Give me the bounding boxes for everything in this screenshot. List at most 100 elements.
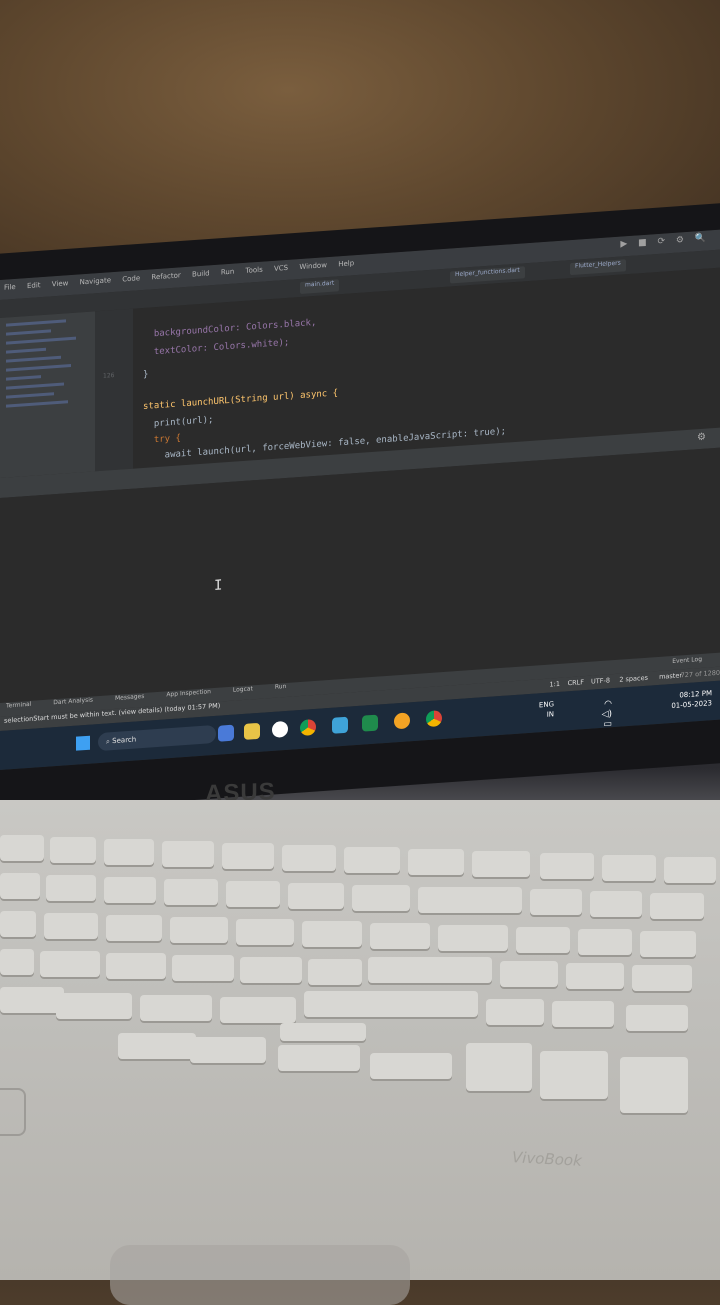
key[interactable] [0,873,40,899]
key[interactable] [162,841,214,867]
tab-helper-functions[interactable]: Helper_functions.dart [450,266,525,284]
key[interactable] [0,911,36,937]
menu-item[interactable]: Refactor [151,271,180,281]
key[interactable] [344,847,400,873]
key[interactable] [0,835,44,861]
key[interactable] [222,843,274,869]
menu-item[interactable]: Help [338,259,354,268]
status-line-ending[interactable]: CRLF [568,678,584,687]
lang-indicator[interactable]: ENG IN [539,699,554,720]
tab-flutter-helpers[interactable]: Flutter_Helpers [570,259,626,276]
menu-item[interactable]: Navigate [80,276,111,286]
tool-messages[interactable]: Messages [115,693,144,702]
key[interactable] [0,987,64,1013]
key[interactable] [304,991,478,1017]
event-log-button[interactable]: Event Log [672,656,702,665]
key[interactable] [140,995,212,1021]
arrow-up-key[interactable] [280,1023,366,1041]
tab-main[interactable]: main.dart [300,279,340,295]
key[interactable] [500,961,558,987]
key[interactable] [282,845,336,871]
file-explorer-icon[interactable] [244,722,260,740]
key[interactable] [226,881,280,907]
key[interactable] [540,853,594,879]
key[interactable] [46,875,96,901]
key[interactable] [50,837,96,863]
key[interactable] [632,965,692,991]
status-encoding[interactable]: UTF-8 [591,676,610,685]
key[interactable] [626,1005,688,1031]
browser-icon[interactable] [394,712,410,730]
tool-terminal[interactable]: Terminal [6,701,31,710]
key[interactable] [308,959,362,985]
key[interactable] [56,993,132,1019]
key[interactable] [650,893,704,919]
key[interactable] [620,1057,688,1113]
menu-item[interactable]: View [52,279,69,288]
key[interactable] [104,877,156,903]
key[interactable] [602,855,656,881]
key[interactable] [466,1043,532,1091]
touchpad[interactable] [0,1088,26,1136]
tool-run[interactable]: Run [275,683,287,691]
arrow-right-key[interactable] [370,1053,452,1079]
menu-item[interactable]: Edit [27,281,41,290]
key[interactable] [370,923,430,949]
key[interactable] [220,997,296,1023]
keyboard[interactable] [0,815,720,1135]
key[interactable] [472,851,530,877]
project-panel[interactable] [0,311,95,478]
key[interactable] [40,951,100,977]
key[interactable] [552,1001,614,1027]
key[interactable] [170,917,228,943]
menu-item[interactable]: Code [122,274,140,283]
key[interactable] [240,957,302,983]
toolbar-icons[interactable]: ▶ ■ ⟳ ⚙ 🔍 [620,233,710,249]
key[interactable] [288,883,344,909]
key[interactable] [118,1033,196,1059]
key[interactable] [106,953,166,979]
key[interactable] [368,957,492,983]
key[interactable] [104,839,154,865]
menu-item[interactable]: Window [299,261,327,271]
key[interactable] [540,1051,608,1099]
system-tray[interactable]: ENG IN ◠ ◁) ▭ 08:12 PM 01-05-2023 [539,688,712,730]
wifi-volume-battery-icons[interactable]: ◠ ◁) ▭ [602,699,612,730]
key[interactable] [566,963,624,989]
chrome-profile-icon[interactable] [426,710,442,728]
android-studio-icon[interactable] [332,716,348,734]
key[interactable] [164,879,218,905]
key[interactable] [438,925,508,951]
key[interactable] [106,915,162,941]
arrow-down-key[interactable] [278,1045,360,1071]
arrow-left-key[interactable] [190,1037,266,1063]
taskbar-search[interactable]: ⌕ Search [98,724,216,752]
key[interactable] [408,849,464,875]
key[interactable] [530,889,582,915]
key[interactable] [590,891,642,917]
tool-dart-analysis[interactable]: Dart Analysis [53,696,93,706]
status-position[interactable]: 1:1 [550,680,560,689]
menu-item[interactable]: VCS [274,264,288,273]
key[interactable] [516,927,570,953]
menu-item[interactable]: Run [221,268,234,277]
key[interactable] [172,955,234,981]
key[interactable] [486,999,544,1025]
menu-item[interactable]: File [4,283,16,292]
tool-logcat[interactable]: Logcat [233,685,253,693]
chat-icon[interactable] [218,724,234,742]
status-indent[interactable]: 2 spaces [619,674,648,684]
key[interactable] [578,929,632,955]
key[interactable] [640,931,696,957]
clock[interactable]: 08:12 PM 01-05-2023 [671,689,712,710]
menu-item[interactable]: Tools [246,266,263,275]
key[interactable] [44,913,98,939]
key[interactable] [418,887,522,913]
gear-icon[interactable]: ⚙ [697,432,706,444]
key[interactable] [664,857,716,883]
status-branch[interactable]: master [659,671,682,681]
menu-item[interactable]: Build [192,269,210,278]
key[interactable] [352,885,410,911]
chrome-icon[interactable] [300,718,316,737]
key[interactable] [236,919,294,945]
